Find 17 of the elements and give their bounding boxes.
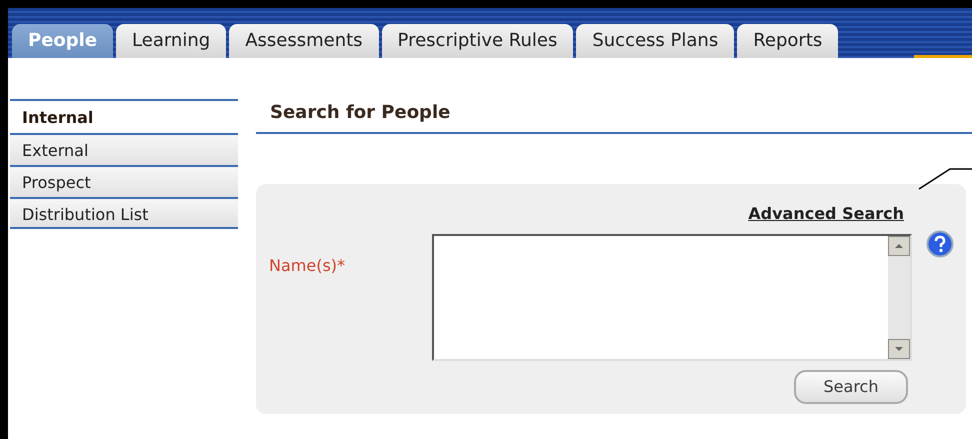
search-button[interactable]: Search — [794, 370, 908, 404]
page-title: Search for People — [270, 101, 452, 125]
tab[interactable]: Prescriptive Rules — [382, 24, 574, 58]
tab[interactable]: Success Plans — [576, 24, 734, 58]
names-textarea[interactable] — [432, 234, 912, 361]
sidebar-item[interactable]: Prospect — [10, 165, 238, 197]
tab[interactable]: Reports — [737, 24, 838, 58]
field-label: Name(s)* — [269, 255, 346, 277]
tab[interactable]: Assessments — [229, 24, 379, 58]
sidebar-item[interactable]: External — [10, 133, 238, 165]
scroll-down-icon[interactable] — [888, 339, 910, 359]
sidebar-item[interactable]: Distribution List — [10, 197, 238, 229]
advanced-search-link[interactable]: Advanced Search — [748, 202, 904, 226]
tab[interactable]: Learning — [116, 24, 226, 58]
scroll-up-icon[interactable] — [888, 236, 910, 256]
help-icon[interactable] — [926, 230, 954, 258]
scrollbar[interactable] — [888, 236, 910, 359]
